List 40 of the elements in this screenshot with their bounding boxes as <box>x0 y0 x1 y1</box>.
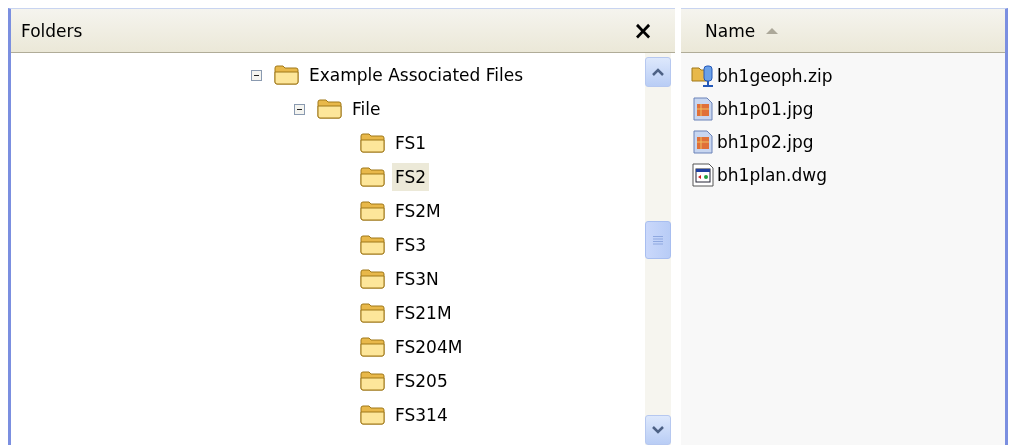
scroll-up-button[interactable] <box>645 57 671 87</box>
folder-item[interactable]: FS3N <box>392 265 442 293</box>
folder-item[interactable]: FS205 <box>392 367 451 395</box>
collapse-icon[interactable] <box>294 103 308 115</box>
drawing-file-icon <box>691 162 715 187</box>
archive-icon <box>691 63 715 88</box>
pane-title: Folders <box>21 20 84 41</box>
folder-item[interactable]: FS3 <box>392 231 430 259</box>
scroll-thumb[interactable] <box>645 221 671 259</box>
image-file-icon <box>691 129 715 154</box>
folder-icon <box>360 404 386 426</box>
folder-icon <box>360 132 386 154</box>
folder-icon <box>274 64 300 86</box>
chevron-down-icon <box>651 425 665 435</box>
folder-item[interactable]: FS314 <box>392 401 451 429</box>
folder-item[interactable]: FS2M <box>392 197 444 225</box>
scroll-down-button[interactable] <box>645 415 671 445</box>
folder-icon <box>360 336 386 358</box>
folder-icon <box>360 268 386 290</box>
folder-item[interactable]: FS2 <box>392 163 430 191</box>
folder-icon <box>360 200 386 222</box>
folder-icon <box>360 302 386 324</box>
file-name[interactable]: bh1plan.dwg <box>717 164 827 185</box>
file-name[interactable]: bh1p02.jpg <box>717 131 814 152</box>
chevron-up-icon <box>651 67 665 77</box>
folder-item[interactable]: Example Associated Files <box>306 61 526 89</box>
folder-icon <box>317 98 343 120</box>
folder-icon <box>360 370 386 392</box>
folder-icon <box>360 234 386 256</box>
folder-item[interactable]: FS21M <box>392 299 455 327</box>
file-name[interactable]: bh1p01.jpg <box>717 98 814 119</box>
close-button[interactable]: × <box>628 18 657 43</box>
folder-item[interactable]: FS1 <box>392 129 430 157</box>
image-file-icon <box>691 96 715 121</box>
folder-item[interactable]: File <box>349 95 384 123</box>
collapse-icon[interactable] <box>251 69 265 81</box>
folder-item[interactable]: FS204M <box>392 333 466 361</box>
scrollbar[interactable] <box>645 53 671 445</box>
folder-icon <box>360 166 386 188</box>
file-name[interactable]: bh1geoph.zip <box>717 65 833 86</box>
